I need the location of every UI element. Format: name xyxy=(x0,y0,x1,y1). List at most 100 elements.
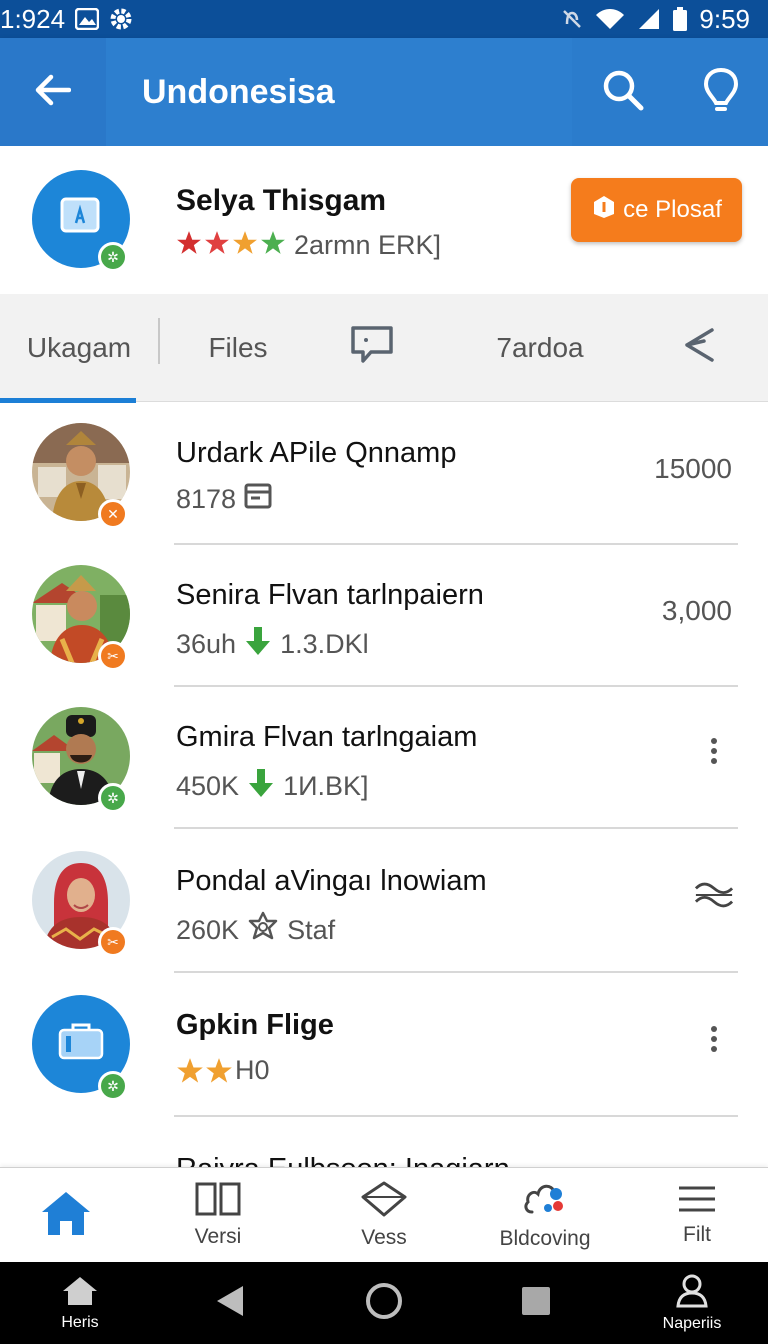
star-icon xyxy=(232,230,258,261)
tab-label: Ukagam xyxy=(26,332,132,363)
chat-icon xyxy=(349,324,395,373)
rating-text: 2armn ERK] xyxy=(294,230,442,260)
profile-header: ✲ Selya Thisgam 2armn ERK] ce Plosaf xyxy=(0,146,768,294)
tab-ukagam[interactable]: Ukagam xyxy=(0,294,158,402)
location-pin-icon[interactable] xyxy=(703,67,739,118)
star-icon xyxy=(204,230,230,261)
sys-profile-button[interactable]: Naperiis xyxy=(646,1262,738,1344)
tab-share[interactable] xyxy=(660,294,738,402)
battery-icon xyxy=(673,7,688,31)
nav-label: Versi xyxy=(194,1225,242,1248)
nav-label: Vess xyxy=(361,1226,407,1249)
share-icon xyxy=(682,326,716,371)
status-badge: ✂ xyxy=(98,927,128,957)
down-arrow-icon xyxy=(247,767,275,806)
wifi-icon xyxy=(595,8,625,30)
more-vert-icon[interactable] xyxy=(694,731,734,771)
list-item[interactable]: ✲ Gmira Flvan tarlngaiam 450K 1И.BK] xyxy=(0,687,768,829)
back-arrow-icon xyxy=(35,74,72,111)
list-item-subtitle: 260K Staf xyxy=(176,911,335,950)
status-bar: 1:924 9:59 xyxy=(0,0,768,38)
list-item-subtitle-value: 450K xyxy=(176,771,240,801)
status-badge: ✲ xyxy=(98,1071,128,1101)
sys-home-button[interactable]: Heris xyxy=(40,1262,120,1344)
tab-7ardoa[interactable]: 7ardoa xyxy=(456,294,624,402)
list-item-subtitle-extra: 1И.BK] xyxy=(283,771,369,801)
contact-list: ✕ Urdark APile Qnnamp 8178 15000 ✂ Senir… xyxy=(0,403,768,1167)
sys-back-button[interactable] xyxy=(200,1262,260,1344)
list-item[interactable]: ✲ Gpkin Flige H0 xyxy=(0,975,768,1117)
sys-home-circle-button[interactable] xyxy=(354,1262,414,1344)
nav-filt[interactable]: Filt xyxy=(632,1168,762,1263)
tab-chat[interactable] xyxy=(316,294,428,402)
list-item-title: Pondal aVingaı lnowiam xyxy=(176,865,487,897)
app-bar: Undonesisa xyxy=(0,38,768,146)
nav-bldcoving[interactable]: Bldcoving xyxy=(470,1168,620,1263)
status-badge: ✕ xyxy=(98,499,128,529)
briefcase-icon xyxy=(56,1022,106,1067)
signal-icon xyxy=(637,8,661,30)
list-item[interactable]: ✕ Urdark APile Qnnamp 8178 15000 xyxy=(0,403,768,545)
sys-right-label: Naperiis xyxy=(662,1314,722,1332)
system-navigation: Heris Naperiis xyxy=(0,1262,768,1344)
nav-home[interactable] xyxy=(0,1168,132,1263)
list-item[interactable]: Raiyra Eulbsoon: Inagiarn xyxy=(0,1119,768,1167)
status-time-right: 9:59 xyxy=(699,3,750,34)
nav-label: Bldcoving xyxy=(499,1227,591,1250)
status-badge: ✂ xyxy=(98,641,128,671)
divider xyxy=(174,1115,738,1117)
sys-recents-button[interactable] xyxy=(506,1262,566,1344)
promo-button-label: ce Plosaf xyxy=(623,196,722,223)
star-icon xyxy=(260,230,286,261)
list-item[interactable]: ✂ Senira Flvan tarlnpaiern 36uh 1.3.DKl … xyxy=(0,545,768,687)
waves-icon[interactable] xyxy=(694,875,734,915)
list-item-count: 3,000 xyxy=(661,595,732,626)
tab-label: Files xyxy=(208,332,268,363)
image-icon xyxy=(75,8,100,30)
menu-icon xyxy=(677,1184,717,1219)
columns-icon xyxy=(195,1182,241,1221)
circle-home-icon xyxy=(364,1281,404,1326)
home-icon xyxy=(40,1189,92,1242)
list-item-subtitle: 36uh 1.3.DKl xyxy=(176,625,369,664)
tab-files[interactable]: Files xyxy=(160,294,316,402)
list-item-subtitle-extra: 1.3.DKl xyxy=(280,629,369,659)
profile-name: Selya Thisgam xyxy=(176,184,387,217)
status-left: 1:924 xyxy=(0,4,133,35)
stars-icon xyxy=(176,1057,233,1085)
nav-vess[interactable]: Vess xyxy=(318,1168,450,1263)
list-item-title: Gpkin Flige xyxy=(176,1009,334,1041)
list-item-count: 15000 xyxy=(654,453,732,484)
star-icon xyxy=(176,230,202,261)
nav-versi[interactable]: Versi xyxy=(152,1168,284,1263)
tag-icon xyxy=(591,194,617,227)
back-button[interactable] xyxy=(0,38,106,146)
list-item-subtitle-value: H0 xyxy=(235,1055,270,1085)
page-title: Undonesisa xyxy=(106,38,572,146)
person-icon xyxy=(675,1274,709,1313)
list-item-subtitle-extra: Staf xyxy=(287,915,336,945)
status-time-left: 1:924 xyxy=(0,3,66,34)
search-icon[interactable] xyxy=(602,69,644,116)
app-bar-actions xyxy=(572,38,768,146)
square-recents-icon xyxy=(521,1286,551,1321)
promo-button[interactable]: ce Plosaf xyxy=(571,178,742,242)
list-item-title: Senira Flvan tarlnpaiern xyxy=(176,579,484,611)
triangle-back-icon xyxy=(215,1284,245,1323)
list-item-subtitle-value: 260K xyxy=(176,915,240,945)
nav-label: Filt xyxy=(683,1223,711,1246)
more-vert-icon[interactable] xyxy=(694,1019,734,1059)
tab-bar: Ukagam Files 7ardoa xyxy=(0,294,768,402)
tab-label: 7ardoa xyxy=(496,332,584,363)
diamond-icon xyxy=(361,1181,407,1222)
sys-left-label: Heris xyxy=(61,1313,99,1331)
cloud-icon xyxy=(522,1180,568,1223)
list-item[interactable]: ✂ Pondal aVingaı lnowiam 260K Staf xyxy=(0,831,768,973)
list-item-subtitle: 450K 1И.BK] xyxy=(176,767,369,806)
list-item-title: Raiyra Eulbsoon: Inagiarn xyxy=(176,1153,510,1167)
profile-rating: 2armn ERK] xyxy=(176,230,441,261)
list-item-title: Urdark APile Qnnamp xyxy=(176,437,457,469)
list-item-subtitle-value: 8178 xyxy=(176,484,237,514)
list-item-title: Gmira Flvan tarlngaiam xyxy=(176,721,478,753)
list-item-subtitle: 8178 xyxy=(176,483,272,516)
